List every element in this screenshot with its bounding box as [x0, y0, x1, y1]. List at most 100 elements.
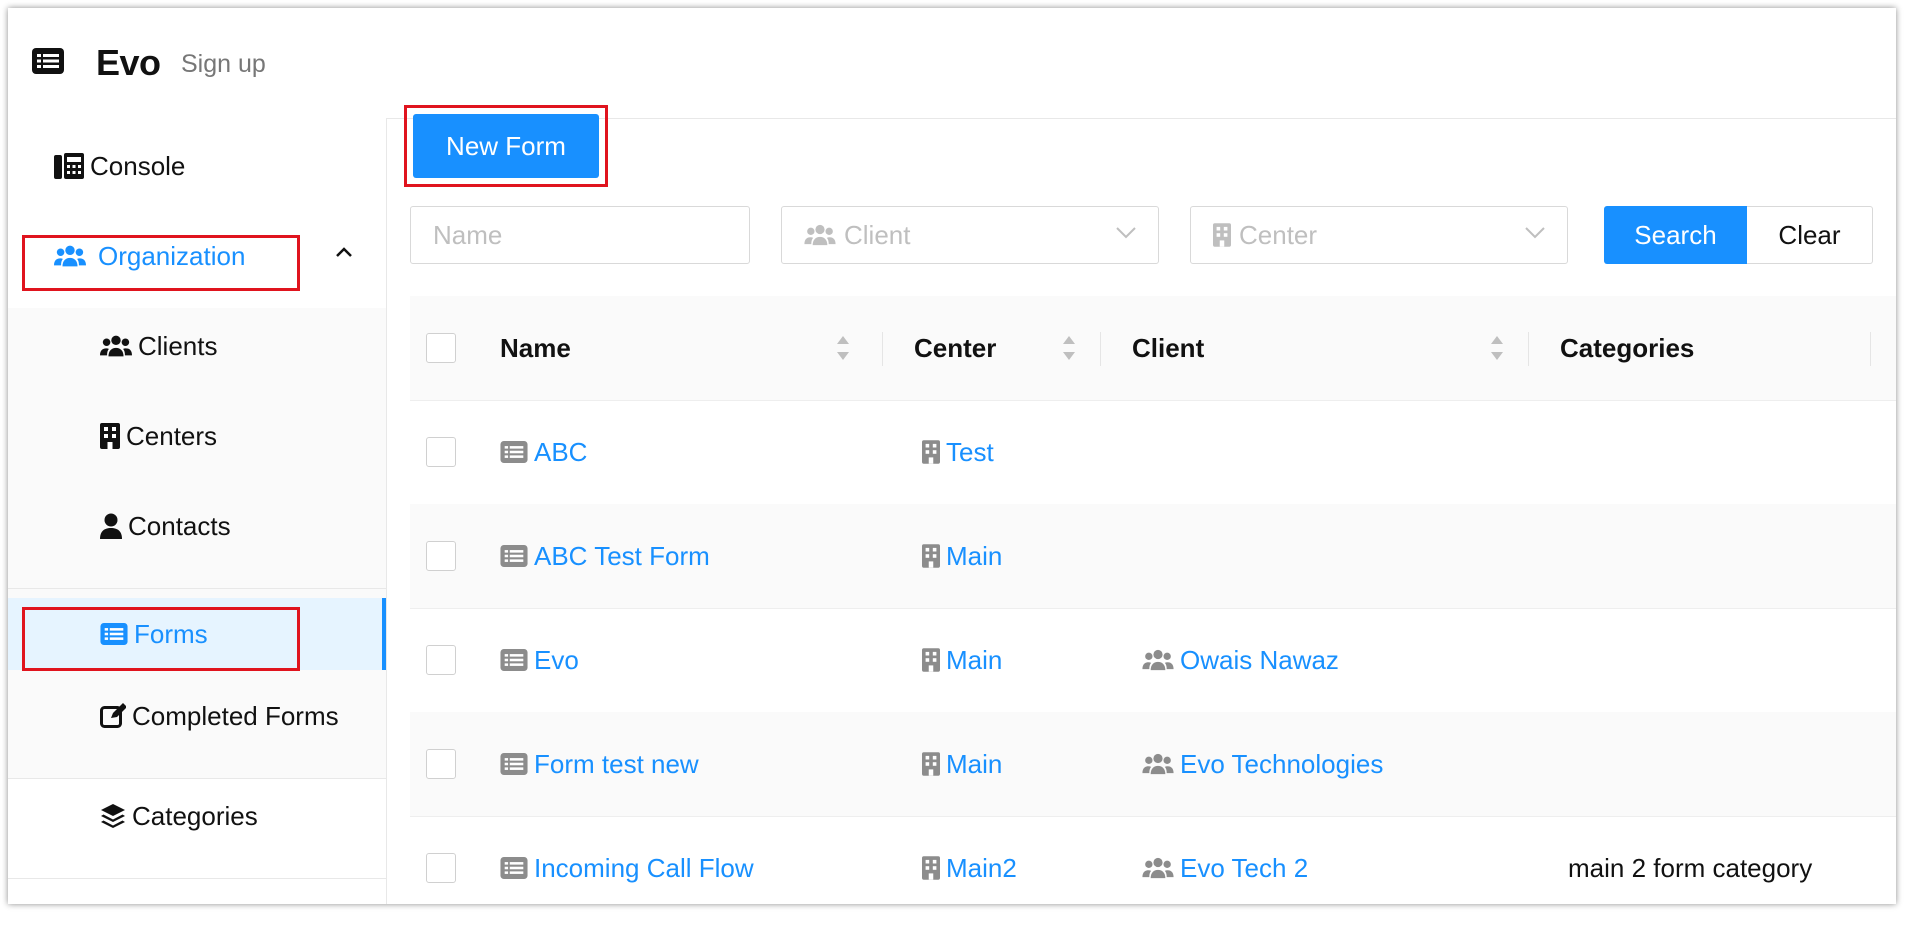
center-cell: Main [922, 712, 1002, 816]
client-select-placeholder: Client [844, 219, 911, 250]
signup-link[interactable]: Sign up [181, 50, 266, 79]
brand-title[interactable]: Evo [96, 42, 161, 84]
list-icon [500, 857, 528, 879]
table-row: Form test new Main Evo Technologies [410, 712, 1896, 817]
form-name-cell: Evo [500, 608, 579, 712]
chevron-down-icon [1525, 227, 1545, 239]
row-checkbox[interactable] [426, 645, 456, 675]
sort-icon[interactable] [1062, 334, 1076, 362]
center-link[interactable]: Main [946, 541, 1002, 572]
center-cell: Main [922, 608, 1002, 712]
sidebar-item-contacts[interactable]: Contacts [8, 496, 386, 556]
form-name-link[interactable]: Incoming Call Flow [534, 853, 754, 884]
users-icon [1142, 753, 1174, 775]
app-header: Evo Sign up [8, 8, 1896, 119]
client-cell: Evo Tech 2 [1142, 816, 1308, 904]
name-filter-input[interactable] [411, 219, 749, 251]
sidebar-item-label: Clients [138, 330, 218, 361]
search-button[interactable]: Search [1604, 206, 1747, 264]
center-cell: Main2 [922, 816, 1017, 904]
building-icon [100, 423, 120, 449]
center-link[interactable]: Test [946, 437, 994, 468]
select-all-checkbox[interactable] [426, 333, 456, 363]
column-separator [1528, 332, 1529, 366]
center-link[interactable]: Main [946, 645, 1002, 676]
form-name-link[interactable]: Form test new [534, 749, 699, 780]
users-icon [1142, 649, 1174, 671]
user-icon [100, 513, 122, 539]
users-icon [100, 334, 132, 358]
categories-cell: main 2 form category [1568, 852, 1813, 883]
center-link[interactable]: Main [946, 749, 1002, 780]
row-checkbox[interactable] [426, 853, 456, 883]
column-header-center[interactable]: Center [914, 296, 996, 400]
center-select[interactable]: Center [1190, 206, 1568, 264]
row-checkbox[interactable] [426, 541, 456, 571]
client-select[interactable]: Client [781, 206, 1159, 264]
building-icon [922, 544, 940, 568]
sidebar-item-label: Contacts [128, 510, 231, 541]
form-name-link[interactable]: ABC Test Form [534, 541, 710, 572]
users-icon [804, 224, 836, 246]
row-checkbox[interactable] [426, 437, 456, 467]
sort-icon[interactable] [836, 334, 850, 362]
building-icon [922, 856, 940, 880]
column-separator [1870, 332, 1871, 366]
app-window: Evo Sign up Console Organization Clients… [8, 8, 1896, 904]
sidebar-item-clients[interactable]: Clients [8, 316, 386, 376]
center-cell: Test [922, 400, 994, 504]
sidebar: Console Organization Clients Centers Con… [8, 118, 387, 904]
sort-icon[interactable] [1490, 334, 1504, 362]
form-name-link[interactable]: Evo [534, 645, 579, 676]
form-name-cell: ABC [500, 400, 587, 504]
console-icon [54, 153, 84, 179]
client-link[interactable]: Evo Tech 2 [1180, 853, 1308, 884]
menu-list-icon[interactable] [32, 48, 64, 74]
building-icon [922, 752, 940, 776]
table-row: ABC Test Form Main [410, 504, 1896, 609]
list-icon [500, 441, 528, 463]
highlight-new-form [404, 105, 608, 187]
highlight-forms [22, 607, 300, 671]
column-header-categories[interactable]: Categories [1560, 296, 1694, 400]
sidebar-item-completed-forms[interactable]: Completed Forms [8, 686, 386, 746]
layers-icon [100, 803, 126, 829]
users-icon [1142, 857, 1174, 879]
table-row: ABC Test [410, 400, 1896, 505]
column-separator [882, 332, 883, 366]
form-name-link[interactable]: ABC [534, 437, 587, 468]
chevron-down-icon [1116, 227, 1136, 239]
chevron-up-icon[interactable] [335, 246, 353, 258]
table-row: Incoming Call Flow Main2 Evo Tech 2 main… [410, 816, 1896, 904]
client-cell: Owais Nawaz [1142, 608, 1339, 712]
highlight-organization [22, 235, 300, 291]
name-filter-field[interactable] [410, 206, 750, 264]
column-header-name[interactable]: Name [500, 296, 571, 400]
center-link[interactable]: Main2 [946, 853, 1017, 884]
column-header-client[interactable]: Client [1132, 296, 1204, 400]
form-name-cell: Incoming Call Flow [500, 816, 754, 904]
sidebar-item-categories[interactable]: Categories [8, 786, 386, 846]
center-select-placeholder: Center [1239, 219, 1318, 250]
column-separator [1100, 332, 1101, 366]
building-icon [922, 648, 940, 672]
list-icon [500, 649, 528, 671]
divider [8, 778, 386, 779]
edit-icon [100, 703, 126, 729]
client-link[interactable]: Evo Technologies [1180, 749, 1383, 780]
sidebar-item-label: Categories [132, 800, 258, 831]
table-header: Name Center Client Categories [410, 296, 1896, 401]
row-checkbox[interactable] [426, 749, 456, 779]
table-row: Evo Main Owais Nawaz [410, 608, 1896, 713]
sidebar-item-centers[interactable]: Centers [8, 406, 386, 466]
divider [8, 588, 386, 589]
form-name-cell: ABC Test Form [500, 504, 710, 608]
form-name-cell: Form test new [500, 712, 699, 816]
building-icon [1213, 223, 1231, 247]
client-link[interactable]: Owais Nawaz [1180, 645, 1339, 676]
sidebar-item-console[interactable]: Console [8, 136, 386, 196]
clear-button[interactable]: Clear [1747, 206, 1873, 264]
divider [8, 878, 386, 879]
sidebar-item-label: Centers [126, 420, 218, 451]
building-icon [922, 440, 940, 464]
